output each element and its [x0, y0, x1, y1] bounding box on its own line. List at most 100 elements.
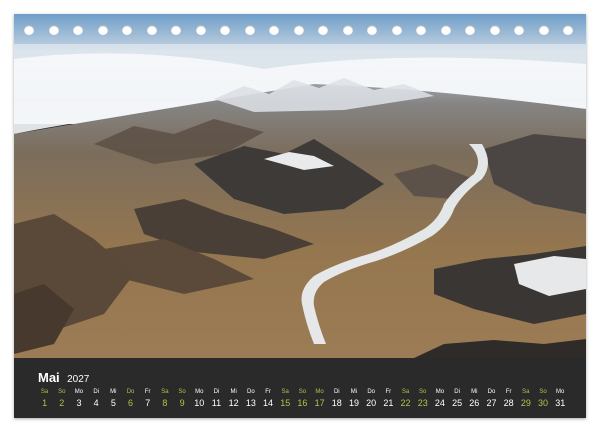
day-cell: So 30: [534, 388, 551, 409]
day-of-week-label: Sa: [281, 389, 289, 395]
day-of-week-label: Mo: [315, 389, 324, 395]
month-name: Mai: [38, 370, 60, 385]
calendar-strip: Mai 2027 Sa 1 So 2 Mo 3 Di 4 Mi 5 Do 6 Fr 7 Sa 8 So 9 Mo 10…: [14, 358, 586, 418]
day-cell: Sa 29: [517, 388, 534, 409]
day-cell: Mo 17: [311, 388, 328, 409]
day-cell: Do 20: [363, 388, 380, 409]
day-cell: Do 13: [242, 388, 259, 409]
day-cell: Do 27: [483, 388, 500, 409]
day-cell: So 9: [174, 388, 191, 409]
day-number: 24: [434, 398, 445, 408]
day-cell: Fr 7: [139, 388, 156, 409]
day-of-week-label: Do: [487, 389, 496, 395]
day-number: 23: [417, 398, 428, 408]
binding-hole: [97, 25, 108, 35]
day-number: 26: [469, 398, 480, 408]
day-of-week-label: So: [419, 389, 427, 395]
binding-hole: [195, 25, 206, 35]
day-number: 16: [297, 398, 308, 408]
day-of-week-label: Fr: [144, 389, 151, 395]
day-cell: Fr 14: [259, 388, 276, 409]
day-number: 30: [538, 398, 549, 408]
day-number: 2: [59, 398, 65, 408]
day-number: 17: [314, 398, 325, 408]
day-of-week-label: Do: [126, 389, 135, 395]
binding-hole: [367, 25, 377, 35]
day-number: 14: [263, 398, 274, 408]
day-of-week-label: Mi: [110, 389, 117, 395]
day-of-week-label: Do: [247, 389, 255, 395]
binding-hole: [489, 25, 500, 35]
day-of-week-label: So: [298, 389, 307, 395]
day-cell: Mi 26: [466, 388, 483, 409]
day-number: 21: [383, 398, 394, 408]
binding-hole: [269, 25, 279, 35]
day-cell: Di 11: [208, 388, 225, 409]
day-cell: Sa 8: [156, 388, 173, 409]
day-cell: Mi 12: [225, 388, 242, 409]
day-number: 9: [179, 398, 185, 408]
day-number: 27: [486, 398, 497, 408]
binding-hole: [563, 25, 573, 35]
binding-hole: [220, 25, 230, 35]
day-cell: Di 25: [449, 388, 466, 409]
day-number: 20: [366, 398, 377, 408]
day-of-week-label: Sa: [401, 389, 410, 395]
binding-hole: [391, 25, 402, 35]
spiral-binding: [14, 14, 586, 44]
day-number: 6: [128, 398, 134, 408]
day-cell: Mo 24: [431, 388, 448, 409]
day-cell: Sa 15: [277, 388, 294, 409]
day-cell: Mi 19: [345, 388, 362, 409]
day-number: 1: [42, 398, 48, 408]
binding-hole: [465, 25, 475, 35]
binding-hole: [122, 25, 132, 35]
day-number: 25: [452, 398, 463, 408]
day-of-week-label: Sa: [40, 389, 49, 395]
month-title: Mai 2027: [38, 369, 89, 387]
day-of-week-label: Di: [93, 389, 99, 395]
day-cell: Fr 21: [380, 388, 397, 409]
day-of-week-label: Fr: [385, 389, 392, 395]
day-number: 15: [280, 398, 291, 408]
day-of-week-label: Do: [367, 389, 375, 395]
day-number: 28: [503, 398, 514, 408]
day-of-week-label: So: [178, 389, 186, 395]
day-cell: Fr 28: [500, 388, 517, 409]
binding-hole: [146, 25, 157, 35]
binding-hole: [514, 25, 524, 35]
day-cell: Do 6: [122, 388, 139, 409]
day-number: 5: [110, 398, 116, 408]
day-cell: Mi 5: [105, 388, 122, 409]
binding-hole: [293, 25, 304, 35]
day-number: 10: [194, 398, 205, 408]
day-cell: Mo 31: [552, 388, 569, 409]
day-cell: Di 18: [328, 388, 345, 409]
day-number: 4: [93, 398, 99, 408]
day-number: 13: [245, 398, 256, 408]
day-number: 3: [76, 398, 82, 408]
day-of-week-label: Mo: [195, 389, 204, 395]
day-cell: Mo 10: [191, 388, 208, 409]
day-of-week-label: Mi: [471, 389, 478, 395]
day-of-week-label: So: [58, 389, 66, 395]
day-of-week-label: Mi: [230, 389, 237, 395]
binding-hole: [318, 25, 328, 35]
day-cell: Di 4: [88, 388, 105, 409]
day-number: 22: [400, 398, 411, 408]
binding-hole: [342, 25, 353, 35]
day-of-week-label: Di: [454, 389, 460, 395]
day-of-week-label: Mo: [556, 389, 565, 395]
day-of-week-label: Fr: [265, 389, 271, 395]
day-number: 12: [228, 398, 239, 408]
binding-hole: [440, 25, 451, 35]
day-of-week-label: Sa: [161, 389, 169, 395]
binding-hole: [244, 25, 255, 35]
day-cell: So 2: [53, 388, 70, 409]
day-of-week-label: Di: [213, 389, 220, 395]
binding-hole: [73, 25, 83, 35]
day-cell: Sa 1: [36, 388, 53, 409]
calendar-page: Mai 2027 Sa 1 So 2 Mo 3 Di 4 Mi 5 Do 6 Fr 7 Sa 8 So 9 Mo 10…: [14, 14, 586, 418]
binding-hole: [48, 25, 59, 35]
aerial-mountains-image: [14, 14, 586, 358]
